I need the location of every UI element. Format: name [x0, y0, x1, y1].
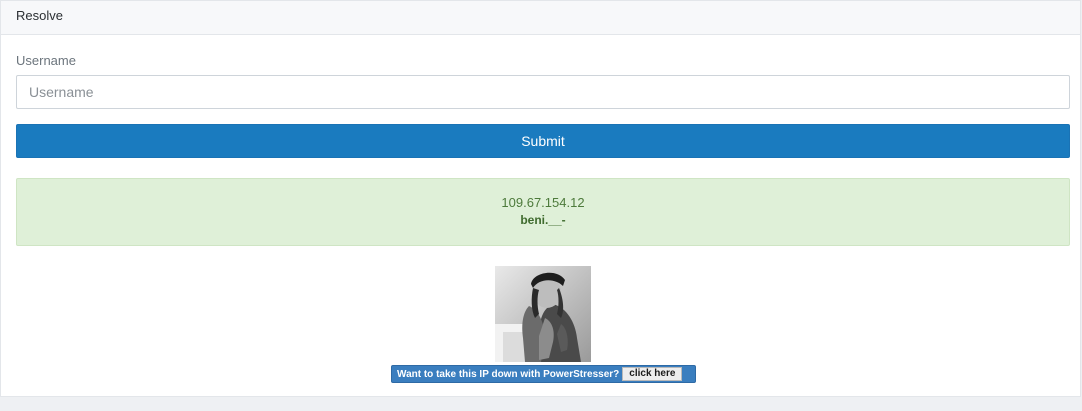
card-title: Resolve: [16, 8, 63, 23]
resolve-card: Resolve Username Submit 109.67.154.12 be…: [0, 0, 1081, 397]
submit-button[interactable]: Submit: [16, 124, 1070, 158]
card-header: Resolve: [1, 1, 1080, 35]
profile-photo: [495, 266, 591, 362]
result-ip: 109.67.154.12: [501, 195, 585, 210]
username-input[interactable]: [16, 75, 1070, 109]
result-username: beni.__-: [520, 213, 566, 227]
click-here-button[interactable]: click here: [622, 367, 683, 381]
username-label: Username: [16, 53, 76, 68]
photo-image: [495, 266, 591, 362]
ad-text: Want to take this IP down with PowerStre…: [397, 368, 620, 380]
powerstresser-ad-banner[interactable]: Want to take this IP down with PowerStre…: [391, 365, 696, 383]
result-alert: 109.67.154.12 beni.__-: [16, 178, 1070, 246]
